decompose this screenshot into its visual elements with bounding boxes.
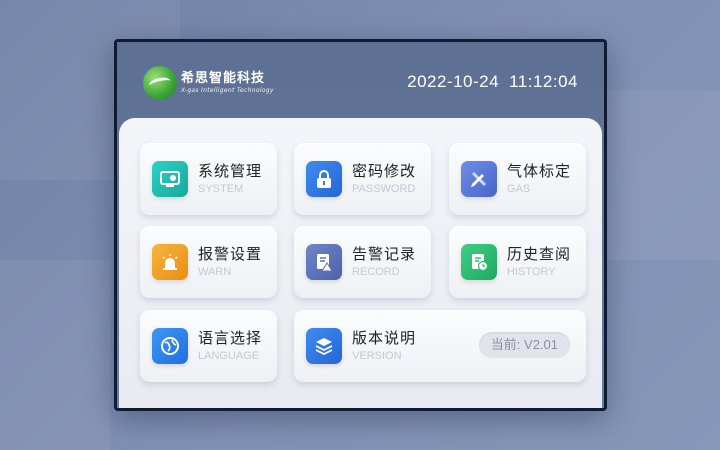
lock-icon <box>306 161 342 197</box>
history-button[interactable]: 历史查阅 HISTORY <box>449 226 586 298</box>
version-button[interactable]: 版本说明 VERSION 当前: V2.01 <box>294 310 586 382</box>
device-screen: 希思智能科技 X-gas Intelligent Technology 2022… <box>117 42 604 408</box>
gas-sublabel: GAS <box>507 183 531 195</box>
record-labels: 告警记录 RECORD <box>352 245 416 279</box>
brand-logo: 希思智能科技 X-gas Intelligent Technology <box>143 66 274 100</box>
language-button[interactable]: 语言选择 LANGUAGE <box>140 310 277 382</box>
history-labels: 历史查阅 HISTORY <box>507 245 571 279</box>
warn-labels: 报警设置 WARN <box>198 245 262 279</box>
header-bar: 希思智能科技 X-gas Intelligent Technology 2022… <box>117 42 604 120</box>
gas-labels: 气体标定 GAS <box>507 162 571 196</box>
system-button[interactable]: 系统管理 SYSTEM <box>140 143 277 215</box>
time-text: 11:12:04 <box>509 72 578 91</box>
alarm-light-icon <box>152 244 188 280</box>
password-sublabel: PASSWORD <box>352 183 416 195</box>
history-label: 历史查阅 <box>507 245 572 263</box>
gas-label: 气体标定 <box>507 162 572 180</box>
version-label: 版本说明 <box>352 329 417 347</box>
language-label: 语言选择 <box>198 329 263 347</box>
date-text: 2022-10-24 <box>407 72 500 91</box>
history-sublabel: HISTORY <box>507 266 556 278</box>
monitor-gear-icon <box>152 161 188 197</box>
warn-sublabel: WARN <box>198 266 232 278</box>
warn-button[interactable]: 报警设置 WARN <box>140 226 277 298</box>
background-shape <box>600 90 720 260</box>
layers-icon <box>306 328 342 364</box>
device-frame: 希思智能科技 X-gas Intelligent Technology 2022… <box>114 39 607 411</box>
version-labels: 版本说明 VERSION <box>352 329 416 363</box>
password-button[interactable]: 密码修改 PASSWORD <box>294 143 431 215</box>
warn-label: 报警设置 <box>198 245 263 263</box>
alert-document-icon <box>306 244 342 280</box>
current-version-badge: 当前: V2.01 <box>478 332 570 358</box>
history-document-icon <box>461 244 497 280</box>
record-label: 告警记录 <box>352 245 417 263</box>
brand-text: 希思智能科技 X-gas Intelligent Technology <box>181 71 274 95</box>
globe-icon <box>152 328 188 364</box>
password-label: 密码修改 <box>352 162 417 180</box>
pencil-ruler-icon <box>461 161 497 197</box>
record-button[interactable]: 告警记录 RECORD <box>294 226 431 298</box>
brand-logo-icon <box>143 66 177 100</box>
datetime-display: 2022-10-24 11:12:04 <box>407 72 578 92</box>
system-sublabel: SYSTEM <box>198 183 244 195</box>
password-labels: 密码修改 PASSWORD <box>352 162 416 196</box>
language-sublabel: LANGUAGE <box>198 350 260 362</box>
system-label: 系统管理 <box>198 162 263 180</box>
background-shape <box>0 260 110 450</box>
system-labels: 系统管理 SYSTEM <box>198 162 262 196</box>
version-sublabel: VERSION <box>352 350 402 362</box>
brand-name-en: X-gas Intelligent Technology <box>181 87 274 94</box>
record-sublabel: RECORD <box>352 266 400 278</box>
gas-button[interactable]: 气体标定 GAS <box>449 143 586 215</box>
language-labels: 语言选择 LANGUAGE <box>198 329 262 363</box>
menu-panel: 系统管理 SYSTEM 密码修改 PASSWORD 气体标定 GAS 报警设置 … <box>119 118 602 408</box>
brand-name-cn: 希思智能科技 <box>181 71 266 86</box>
